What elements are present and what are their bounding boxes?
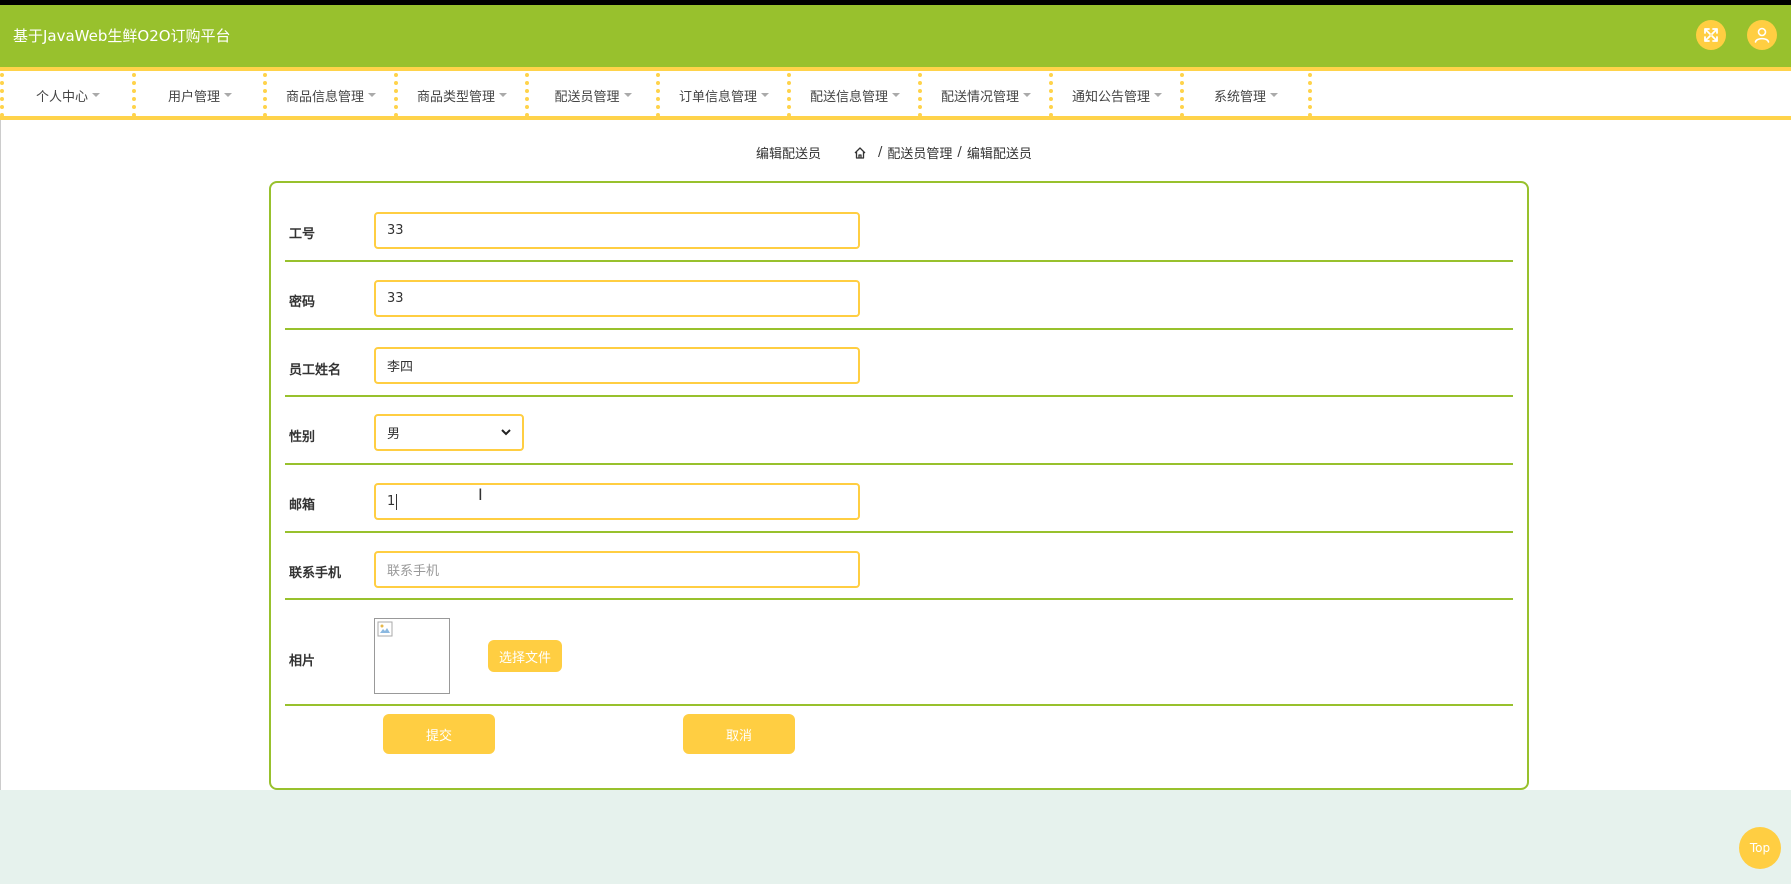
caret-down-icon [499,93,507,97]
page-title: 编辑配送员 [756,147,822,162]
fullscreen-button[interactable] [1696,20,1726,50]
caret-down-icon [1270,93,1278,97]
text-caret [396,493,398,510]
gender-select[interactable]: 男 [374,414,524,451]
back-to-top-button[interactable]: Top [1739,827,1781,869]
caret-down-icon [368,93,376,97]
caret-down-icon [892,93,900,97]
broken-image-icon [377,621,393,637]
choose-file-button[interactable]: 选择文件 [488,640,562,672]
form-row-gender: 性别 男 [285,397,1513,465]
employee-id-input[interactable]: 33 [374,212,860,249]
email-value: 1 [387,494,396,509]
password-input[interactable]: 33 [374,280,860,317]
caret-down-icon [623,93,632,97]
form-row-email: 邮箱 1 [285,465,1513,533]
gender-label: 性别 [289,430,316,445]
nav-item-delivery-info[interactable]: 配送信息管理 [787,73,919,117]
form-row-employee-id: 工号 33 [285,183,1513,262]
edit-courier-form: 工号 33 密码 33 员工姓名 李四 性别 男 邮箱 1 联系手机 联系手机 … [269,181,1529,790]
email-input[interactable]: 1 [374,483,860,520]
app-title: 基于JavaWeb生鲜O2O订购平台 [13,27,231,45]
form-row-name: 员工姓名 李四 [285,330,1513,397]
nav-item-personal-center[interactable]: 个人中心 [0,73,132,117]
nav-item-courier-management[interactable]: 配送员管理 [525,73,657,117]
breadcrumb-courier-management[interactable]: 配送员管理 [887,143,952,162]
email-label: 邮箱 [289,498,316,513]
breadcrumb-edit-courier: 编辑配送员 [966,147,1032,162]
nav-item-delivery-status[interactable]: 配送情况管理 [918,73,1050,117]
caret-down-icon [224,93,232,97]
caret-down-icon [761,93,769,97]
nav-item-notice-management[interactable]: 通知公告管理 [1049,73,1181,117]
form-row-photo: 相片 选择文件 [285,600,1513,706]
nav-item-product-type[interactable]: 商品类型管理 [394,73,526,117]
submit-button[interactable]: 提交 [383,714,495,754]
nav-item-system-management[interactable]: 系统管理 [1180,73,1312,117]
home-icon[interactable] [853,146,867,160]
form-row-phone: 联系手机 联系手机 [285,533,1513,600]
user-button[interactable] [1747,20,1777,50]
ibeam-cursor-icon: I [478,485,483,504]
nav-item-order-info[interactable]: 订单信息管理 [656,73,788,117]
phone-label: 联系手机 [289,566,342,581]
expand-icon [1704,28,1718,42]
caret-down-icon [92,93,100,97]
chevron-down-icon [501,429,511,436]
phone-input[interactable]: 联系手机 [374,551,860,588]
main-nav: 个人中心 用户管理 商品信息管理 商品类型管理 配送员管理 订单信息管理 配送信… [0,67,1791,120]
cancel-button[interactable]: 取消 [683,714,795,754]
photo-preview [374,618,450,694]
nav-item-product-info[interactable]: 商品信息管理 [263,73,395,117]
breadcrumb-separator: / [878,145,883,160]
caret-down-icon [1154,93,1162,97]
name-label: 员工姓名 [289,363,342,378]
gender-selected-value: 男 [387,427,401,442]
user-icon [1754,27,1770,43]
caret-down-icon [1023,93,1031,97]
breadcrumb-separator: / [957,145,962,160]
photo-label: 相片 [289,654,316,669]
name-input[interactable]: 李四 [374,347,860,384]
form-row-password: 密码 33 [285,262,1513,330]
breadcrumb: 编辑配送员 / 配送员管理 / 编辑配送员 [756,143,1032,162]
nav-item-user-management[interactable]: 用户管理 [132,73,264,117]
employee-id-label: 工号 [289,227,316,242]
password-label: 密码 [289,295,316,310]
app-header: 基于JavaWeb生鲜O2O订购平台 [0,5,1791,67]
